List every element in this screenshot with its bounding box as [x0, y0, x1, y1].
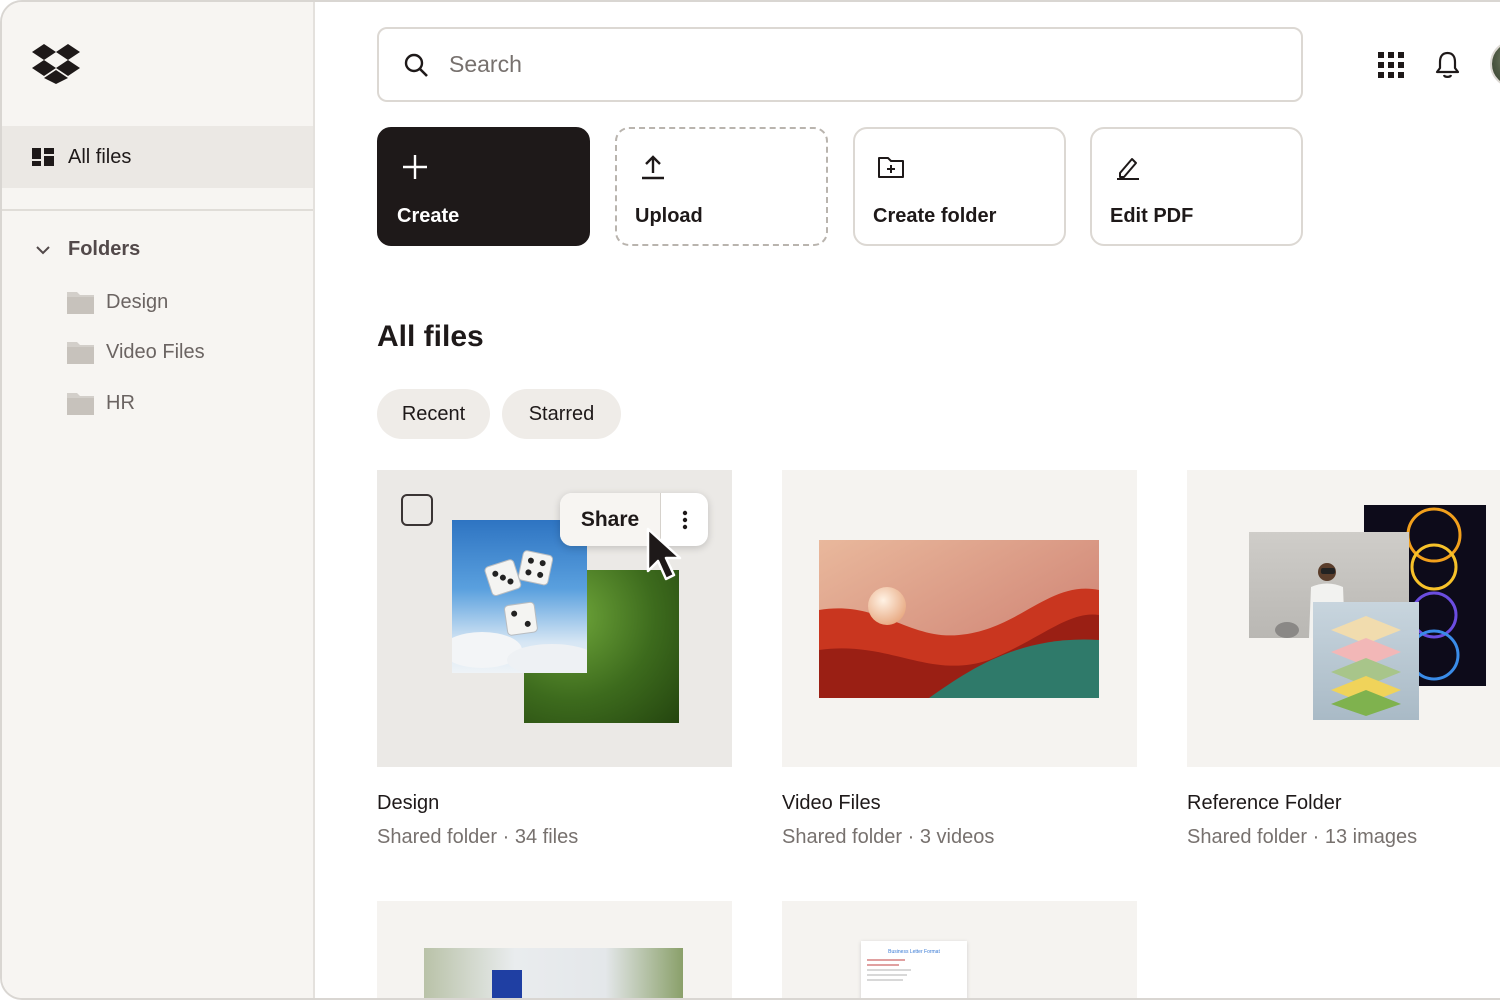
app-window: All files Folders Design Video Files HR …	[0, 0, 1500, 1000]
file-card-document[interactable]: Business Letter Format	[782, 901, 1137, 998]
card-thumbnail: Business Letter Format	[782, 901, 1137, 998]
filter-chip-starred[interactable]: Starred	[502, 389, 621, 439]
search-icon	[404, 53, 428, 77]
mouse-cursor-icon	[646, 527, 682, 581]
create-folder-label: Create folder	[873, 205, 997, 227]
search-input[interactable]	[449, 51, 1249, 78]
upload-label: Upload	[635, 205, 703, 227]
file-card-building[interactable]	[377, 901, 732, 998]
sidebar-folder-label: Design	[106, 290, 169, 313]
sidebar: All files Folders Design Video Files HR	[2, 2, 315, 998]
card-thumbnail	[377, 901, 732, 998]
card-meta: Shared folder · 34 files	[377, 826, 579, 848]
upload-button[interactable]: Upload	[615, 127, 828, 246]
sidebar-item-all-files[interactable]: All files	[2, 126, 313, 188]
sidebar-folder-design[interactable]: Design	[67, 290, 168, 314]
sidebar-folder-label: Video Files	[106, 340, 205, 363]
search-bar	[377, 27, 1303, 102]
edit-pdf-label: Edit PDF	[1110, 205, 1194, 227]
edit-pdf-button[interactable]: Edit PDF	[1090, 127, 1303, 246]
building-image	[424, 948, 683, 998]
sidebar-folder-video-files[interactable]: Video Files	[67, 340, 205, 364]
create-label: Create	[397, 205, 460, 227]
folders-heading: Folders	[68, 238, 141, 260]
folders-section-toggle[interactable]: Folders	[32, 238, 140, 261]
avatar[interactable]	[1490, 40, 1500, 88]
plus-icon	[403, 155, 427, 179]
folder-icon	[67, 292, 94, 314]
bell-icon[interactable]	[1434, 50, 1461, 80]
sidebar-folder-label: HR	[106, 391, 135, 414]
filter-chip-recent[interactable]: Recent	[377, 389, 490, 439]
file-card-reference-folder[interactable]: Reference Folder Shared folder · 13 imag…	[1187, 470, 1500, 870]
pencil-icon	[1117, 158, 1139, 180]
card-thumbnail	[782, 470, 1137, 767]
folder-icon	[67, 342, 94, 364]
card-thumbnail: Share	[377, 470, 732, 767]
file-card-design[interactable]: Share Design Shared folder · 34 files	[377, 470, 732, 870]
card-name: Reference Folder	[1187, 792, 1342, 814]
chevron-down-icon	[36, 245, 50, 254]
create-folder-button[interactable]: Create folder	[853, 127, 1066, 246]
apps-grid-icon[interactable]	[1378, 52, 1404, 78]
page-title: All files	[377, 320, 484, 353]
document-title: Business Letter Format	[888, 949, 940, 955]
select-checkbox[interactable]	[401, 494, 433, 526]
grid-layout-icon	[32, 148, 54, 166]
dropbox-logo[interactable]	[32, 44, 80, 84]
card-meta: Shared folder · 13 images	[1187, 826, 1418, 848]
sidebar-divider	[2, 209, 313, 211]
stacked-layers-image	[1313, 602, 1419, 720]
card-name: Video Files	[782, 792, 881, 814]
folder-icon	[67, 393, 94, 415]
upload-icon	[642, 155, 664, 180]
sidebar-item-label: All files	[68, 145, 132, 168]
card-name: Design	[377, 792, 440, 814]
sidebar-folder-hr[interactable]: HR	[67, 391, 135, 415]
file-card-video-files[interactable]: Video Files Shared folder · 3 videos	[782, 470, 1137, 870]
folder-plus-icon	[878, 157, 904, 178]
create-button[interactable]: Create	[377, 127, 590, 246]
abstract-wave-image	[819, 540, 1099, 698]
document-preview: Business Letter Format	[861, 941, 967, 998]
share-actions: Share	[560, 493, 708, 546]
card-thumbnail	[1187, 470, 1500, 767]
card-meta: Shared folder · 3 videos	[782, 826, 995, 848]
